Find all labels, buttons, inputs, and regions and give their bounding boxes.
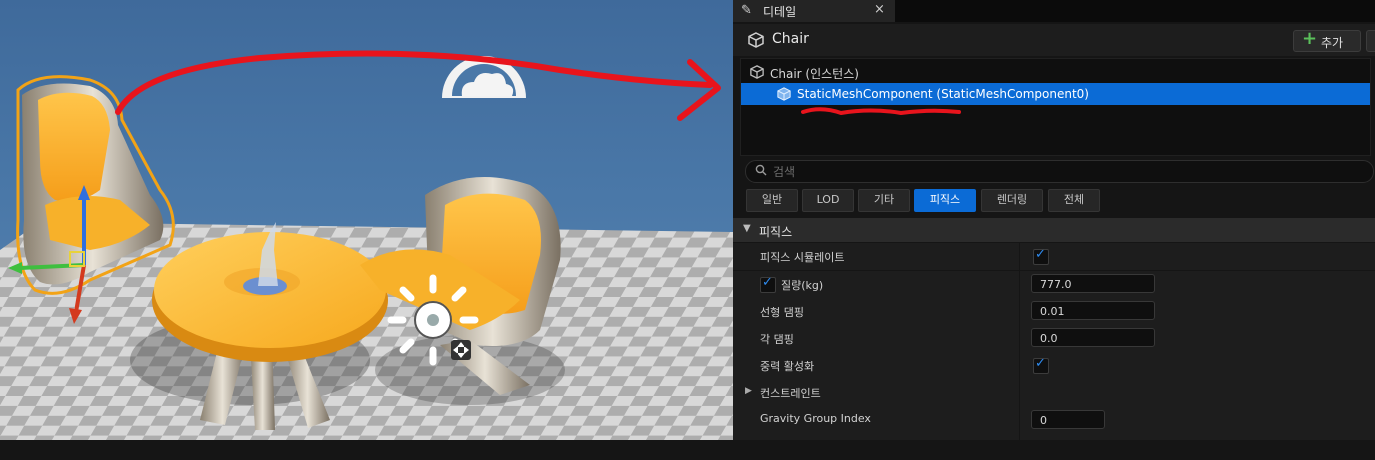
level-viewport[interactable]	[0, 0, 733, 440]
property-label: 피직스 시뮬레이트	[760, 251, 845, 264]
checkmark-icon: ✓	[1035, 356, 1046, 371]
tab-details[interactable]: ✎ 디테일 ×	[733, 0, 895, 22]
filter-lod[interactable]: LOD	[802, 189, 854, 212]
enable-gravity-checkbox[interactable]: ✓	[1033, 356, 1049, 374]
tree-item-actor-instance[interactable]: Chair (인스턴스)	[741, 61, 1370, 83]
search-input[interactable]	[771, 163, 1355, 181]
property-label: 각 댐핑	[760, 333, 794, 346]
property-constraints[interactable]: ▶ 컨스트레인트	[733, 379, 1375, 407]
property-label: 질량(kg)	[781, 279, 824, 292]
annotation-underline	[801, 107, 961, 116]
angular-damping-input[interactable]: 0.0	[1031, 328, 1155, 347]
property-simulate-physics: 피직스 시뮬레이트 ✓	[733, 243, 1375, 271]
category-label: 피직스	[759, 225, 793, 239]
property-label: Gravity Group Index	[760, 412, 871, 425]
filter-all[interactable]: 전체	[1048, 189, 1100, 212]
panel-tab-bar: ✎ 디테일 ×	[733, 0, 1375, 22]
more-options-button[interactable]	[1366, 30, 1375, 52]
property-linear-damping: 선형 댐핑 0.01	[733, 298, 1375, 326]
filter-general[interactable]: 일반	[746, 189, 798, 212]
checkmark-icon: ✓	[762, 275, 773, 290]
tree-item-label: Chair (인스턴스)	[770, 67, 859, 81]
tab-details-label: 디테일	[763, 5, 797, 19]
actor-cube-icon	[748, 32, 764, 48]
linear-damping-input[interactable]: 0.01	[1031, 301, 1155, 320]
viewport-scene	[0, 50, 733, 440]
property-label: 중력 활성화	[760, 360, 815, 373]
property-enable-gravity: 중력 활성화 ✓	[733, 352, 1375, 380]
filter-misc[interactable]: 기타	[858, 189, 910, 212]
filter-rendering[interactable]: 렌더링	[981, 189, 1043, 212]
simulate-physics-checkbox[interactable]: ✓	[1033, 247, 1049, 265]
category-physics[interactable]: ▼ 피직스	[733, 218, 1375, 242]
mass-input[interactable]: 777.0	[1031, 274, 1155, 293]
property-label: 선형 댐핑	[760, 306, 804, 319]
filter-physics[interactable]: 피직스	[914, 189, 976, 212]
collapse-arrow-icon: ▼	[743, 223, 751, 234]
actor-name: Chair	[772, 31, 809, 47]
property-angular-damping: 각 댐핑 0.0	[733, 325, 1375, 353]
property-mass: ✓ 질량(kg) 777.0	[733, 271, 1375, 299]
annotation-arrow	[115, 50, 721, 121]
details-panel: ✎ 디테일 × Chair + 추가 Chair (인스턴스) StaticMe…	[733, 0, 1375, 460]
add-component-button[interactable]: + 추가	[1293, 28, 1361, 52]
actor-cube-icon	[750, 65, 764, 79]
gravity-group-index-input[interactable]: 0	[1031, 410, 1105, 429]
pencil-icon: ✎	[741, 3, 752, 18]
tree-item-static-mesh-component[interactable]: StaticMeshComponent (StaticMeshComponent…	[741, 83, 1370, 105]
move-gizmo-icon	[451, 340, 471, 360]
expand-arrow-icon[interactable]: ▶	[745, 386, 752, 396]
static-mesh-icon	[777, 87, 791, 101]
component-tree: Chair (인스턴스) StaticMeshComponent (Static…	[740, 58, 1371, 156]
actor-header: Chair + 추가	[733, 24, 1375, 56]
search-bar[interactable]	[745, 160, 1374, 183]
property-label: 컨스트레인트	[760, 387, 821, 400]
tree-item-label: StaticMeshComponent (StaticMeshComponent…	[797, 87, 1089, 101]
property-gravity-group-index: Gravity Group Index 0	[733, 406, 1375, 434]
mass-override-checkbox[interactable]: ✓	[760, 275, 776, 293]
close-icon[interactable]: ×	[874, 2, 885, 17]
search-icon	[755, 164, 767, 176]
plus-icon: +	[1302, 28, 1318, 49]
checkmark-icon: ✓	[1035, 247, 1046, 262]
add-component-label: 추가	[1321, 36, 1344, 50]
